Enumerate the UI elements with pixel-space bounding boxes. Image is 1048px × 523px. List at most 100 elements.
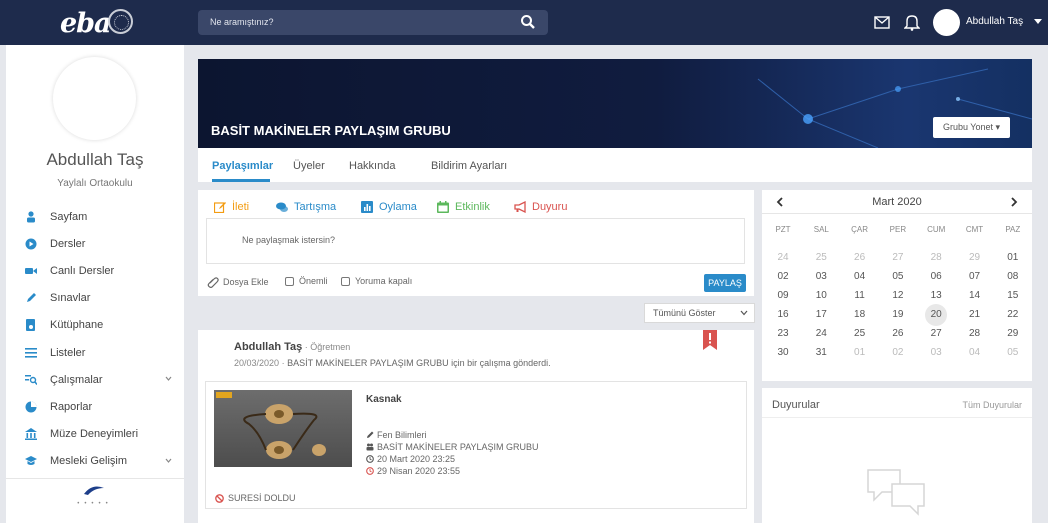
- calendar-day[interactable]: 16: [770, 305, 796, 325]
- search-doc-icon: [25, 374, 37, 385]
- search-bar[interactable]: Ne aramıştınız?: [198, 10, 548, 35]
- sidebar-item-canli-dersler[interactable]: Canlı Dersler: [6, 257, 184, 284]
- calendar-day[interactable]: 01: [847, 343, 873, 363]
- poll-icon: [361, 201, 373, 213]
- sidebar-item-label: Kütüphane: [50, 319, 104, 332]
- tab-uyeler[interactable]: Üyeler: [293, 160, 325, 172]
- calendar-day[interactable]: 30: [770, 343, 796, 363]
- calendar-day-today[interactable]: 20: [925, 304, 948, 326]
- calendar-day[interactable]: 28: [962, 324, 988, 344]
- attachment-thumbnail[interactable]: [214, 390, 352, 467]
- calendar-day[interactable]: 26: [847, 248, 873, 268]
- attach-file-button[interactable]: Dosya Ekle: [207, 276, 269, 288]
- checkbox-box[interactable]: [341, 276, 350, 286]
- list-icon: [25, 347, 37, 358]
- sidebar-item-sinavlar[interactable]: Sınavlar: [6, 285, 184, 312]
- attachment-title[interactable]: Kasnak: [366, 394, 402, 405]
- sidebar-item-dersler[interactable]: Dersler: [6, 230, 184, 257]
- sidebar-item-calismalar[interactable]: Çalışmalar: [6, 366, 184, 393]
- sidebar-item-listeler[interactable]: Listeler: [6, 339, 184, 366]
- chevron-down-icon[interactable]: [1033, 16, 1043, 26]
- post-type-etkinlik[interactable]: Etkinlik: [437, 201, 490, 213]
- calendar-day[interactable]: 26: [885, 324, 911, 344]
- chevron-right-icon[interactable]: [1010, 197, 1018, 207]
- manage-group-button[interactable]: Grubu Yonet ▾: [933, 117, 1010, 138]
- sidebar-item-sayfam[interactable]: Sayfam: [6, 203, 184, 230]
- calendar-day[interactable]: 10: [808, 286, 834, 306]
- post-author[interactable]: Abdullah Taş · Öğretmen: [234, 341, 350, 353]
- chevron-down-icon[interactable]: [165, 457, 172, 464]
- sidebar-item-kutuphane[interactable]: Kütüphane: [6, 312, 184, 339]
- calendar-day[interactable]: 24: [808, 324, 834, 344]
- comments-closed-checkbox[interactable]: Yoruma kapalı: [341, 276, 412, 286]
- calendar-day[interactable]: 29: [1000, 324, 1026, 344]
- share-button[interactable]: PAYLAŞ: [704, 274, 746, 292]
- calendar-day[interactable]: 25: [847, 324, 873, 344]
- calendar-day[interactable]: 06: [923, 267, 949, 287]
- attachment-start-date: 20 Mart 2020 23:25: [366, 454, 455, 464]
- ban-icon: [215, 493, 224, 503]
- sidebar-item-label: Sayfam: [50, 210, 88, 223]
- calendar-day[interactable]: 24: [770, 248, 796, 268]
- calendar-day[interactable]: 21: [962, 305, 988, 325]
- calendar-day[interactable]: 09: [770, 286, 796, 306]
- calendar-day[interactable]: 01: [1000, 248, 1026, 268]
- calendar-day[interactable]: 23: [770, 324, 796, 344]
- tab-bildirim-ayarlari[interactable]: Bildirim Ayarları: [431, 160, 507, 172]
- mail-icon[interactable]: [874, 16, 890, 29]
- calendar-day[interactable]: 19: [885, 305, 911, 325]
- calendar-day[interactable]: 02: [770, 267, 796, 287]
- user-name[interactable]: Abdullah Taş: [966, 16, 1023, 27]
- calendar-day[interactable]: 03: [923, 343, 949, 363]
- bookmark-flag-icon[interactable]: [703, 330, 717, 350]
- calendar-day[interactable]: 12: [885, 286, 911, 306]
- sidebar-item-label: Canlı Dersler: [50, 264, 115, 277]
- calendar-day[interactable]: 11: [847, 286, 873, 306]
- tab-hakkinda[interactable]: Hakkında: [349, 160, 395, 172]
- calendar-day[interactable]: 27: [885, 248, 911, 268]
- calendar-day[interactable]: 08: [1000, 267, 1026, 287]
- post-author-name[interactable]: Abdullah Taş: [234, 341, 302, 353]
- post-type-tartisma[interactable]: Tartışma: [276, 201, 336, 213]
- calendar-day[interactable]: 04: [962, 343, 988, 363]
- calendar-day[interactable]: 07: [962, 267, 988, 287]
- sidebar-item-raporlar[interactable]: Raporlar: [6, 393, 184, 420]
- post-textarea[interactable]: Ne paylaşmak istersin?: [206, 218, 745, 264]
- search-icon[interactable]: [520, 14, 536, 30]
- eba-logo[interactable]: eba: [60, 8, 112, 39]
- calendar-day[interactable]: 27: [923, 324, 949, 344]
- post-filter-select[interactable]: Tümünü Göster: [644, 303, 755, 323]
- calendar-day[interactable]: 17: [808, 305, 834, 325]
- all-announcements-link[interactable]: Tüm Duyurular: [962, 400, 1022, 410]
- calendar-day[interactable]: 02: [885, 343, 911, 363]
- calendar-day[interactable]: 22: [1000, 305, 1026, 325]
- sidebar-item-mesleki-gelisim[interactable]: Mesleki Gelişim: [6, 448, 184, 475]
- calendar-day[interactable]: 13: [923, 286, 949, 306]
- search-input[interactable]: Ne aramıştınız?: [210, 17, 274, 27]
- calendar-day[interactable]: 14: [962, 286, 988, 306]
- attachment-card[interactable]: Kasnak Fen Bilimleri BASİT MAKİNELER PAY…: [205, 381, 747, 509]
- checkbox-box[interactable]: [285, 276, 294, 286]
- calendar-day[interactable]: 05: [885, 267, 911, 287]
- calendar-day[interactable]: 05: [1000, 343, 1026, 363]
- user-avatar[interactable]: [933, 9, 960, 36]
- calendar-day[interactable]: 25: [808, 248, 834, 268]
- sidebar-item-label: Çalışmalar: [50, 373, 103, 386]
- calendar-day[interactable]: 31: [808, 343, 834, 363]
- important-checkbox[interactable]: Önemli: [285, 276, 328, 286]
- post-type-oylama[interactable]: Oylama: [361, 201, 417, 213]
- bell-icon[interactable]: [904, 13, 920, 31]
- profile-avatar[interactable]: [53, 57, 136, 140]
- tab-paylasimlar[interactable]: Paylaşımlar: [212, 160, 273, 172]
- post-type-duyuru[interactable]: Duyuru: [514, 201, 567, 213]
- sidebar-item-muze-deneyimleri[interactable]: Müze Deneyimleri: [6, 421, 184, 448]
- calendar-day[interactable]: 18: [847, 305, 873, 325]
- chevron-down-icon[interactable]: [165, 375, 172, 382]
- calendar-day[interactable]: 03: [808, 267, 834, 287]
- calendar-day[interactable]: 04: [847, 267, 873, 287]
- calendar-day[interactable]: 28: [923, 248, 949, 268]
- graduation-icon: [25, 456, 37, 466]
- calendar-day[interactable]: 29: [962, 248, 988, 268]
- calendar-day[interactable]: 15: [1000, 286, 1026, 306]
- post-type-ileti[interactable]: İleti: [214, 201, 249, 213]
